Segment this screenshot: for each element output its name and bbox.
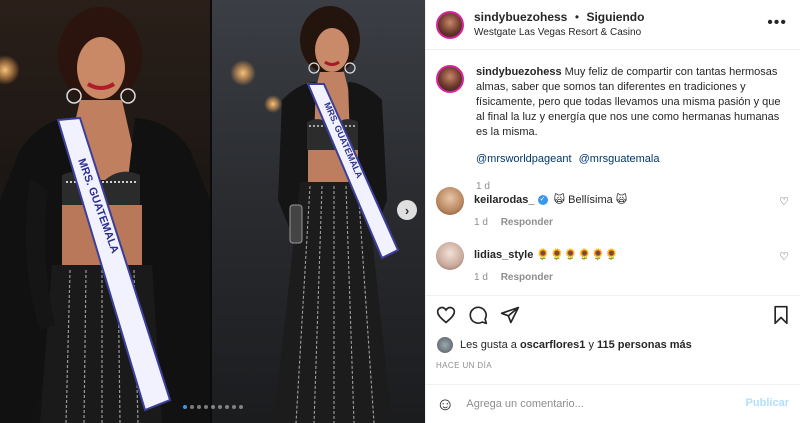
verified-icon: ✓: [537, 195, 548, 206]
post-timestamp[interactable]: HACE UN DÍA: [436, 361, 492, 370]
more-options-icon[interactable]: •••: [767, 14, 787, 32]
photo-right: MRS. GUATEMALA: [212, 0, 425, 423]
action-bar: [426, 295, 800, 335]
carousel-dot: [232, 405, 236, 409]
comment-username[interactable]: keilarodas_: [474, 194, 535, 206]
post-sidebar: sindybuezohess • Siguiendo Westgate Las …: [425, 0, 800, 423]
liker-username[interactable]: oscarflores1: [520, 339, 585, 351]
comment-input[interactable]: [466, 398, 727, 410]
carousel-dots: [183, 405, 243, 409]
tag-link[interactable]: @mrsguatemala: [579, 153, 660, 165]
reply-button[interactable]: Responder: [501, 217, 553, 228]
carousel-dot: [225, 405, 229, 409]
comment-text: 🌻🌻🌻🌻🌻🌻: [536, 249, 619, 261]
carousel-dot: [183, 405, 187, 409]
carousel-dot: [190, 405, 194, 409]
photo-left: MRS. GUATEMALA: [0, 0, 210, 423]
carousel-dot: [204, 405, 208, 409]
comment-like-icon[interactable]: ♡: [779, 250, 789, 263]
following-button[interactable]: Siguiendo: [586, 10, 644, 24]
caption-time: 1 d: [476, 181, 490, 192]
carousel-dot: [211, 405, 215, 409]
carousel-next-button[interactable]: ›: [397, 200, 417, 220]
likes-summary: Les gusta a oscarflores1 y 115 personas …: [436, 336, 692, 354]
reply-button[interactable]: Responder: [501, 272, 553, 283]
carousel-dot: [218, 405, 222, 409]
caption-username[interactable]: sindybuezohess: [476, 66, 562, 78]
instagram-post-modal: MRS. GUATEMALA MRS. GUATEMALA › sindybue…: [0, 0, 800, 423]
likes-others[interactable]: 115 personas más: [597, 339, 692, 351]
caption-avatar[interactable]: [436, 65, 464, 93]
likes-prefix: Les gusta a: [460, 339, 517, 351]
comment-like-icon[interactable]: ♡: [779, 195, 789, 208]
like-heart-icon[interactable]: [436, 305, 456, 325]
author-username[interactable]: sindybuezohess: [474, 10, 567, 24]
comment-time: 1 d: [474, 217, 488, 228]
post-header: sindybuezohess • Siguiendo Westgate Las …: [426, 0, 800, 50]
caption-tags: @mrsworldpageant @mrsguatemala: [476, 152, 789, 167]
publish-button[interactable]: Publicar: [746, 397, 789, 409]
comment-composer: ☺ Publicar: [426, 384, 800, 423]
post-media[interactable]: MRS. GUATEMALA MRS. GUATEMALA ›: [0, 0, 425, 423]
carousel-dot: [239, 405, 243, 409]
comment-icon[interactable]: [468, 305, 488, 325]
tag-link[interactable]: @mrsworldpageant: [476, 153, 572, 165]
liker-avatar[interactable]: [436, 336, 454, 354]
comments-section: sindybuezohess Muy feliz de compartir co…: [426, 55, 800, 290]
save-bookmark-icon[interactable]: [772, 305, 790, 325]
woman-figure-left: MRS. GUATEMALA: [0, 7, 210, 423]
comment-time: 1 d: [474, 272, 488, 283]
likes-connector: y: [588, 339, 594, 351]
comment-text: 🙀 Bellísima 🙀: [553, 194, 628, 206]
post-location[interactable]: Westgate Las Vegas Resort & Casino: [474, 25, 644, 40]
comment-username[interactable]: lidias_style: [474, 249, 533, 261]
commenter-avatar[interactable]: [436, 187, 464, 215]
author-avatar[interactable]: [436, 10, 464, 39]
header-separator: •: [574, 10, 580, 24]
caption: sindybuezohess Muy feliz de compartir co…: [426, 55, 800, 194]
commenter-avatar[interactable]: [436, 242, 464, 270]
carousel-dot: [197, 405, 201, 409]
emoji-icon[interactable]: ☺: [436, 394, 454, 415]
share-icon[interactable]: [500, 305, 520, 325]
